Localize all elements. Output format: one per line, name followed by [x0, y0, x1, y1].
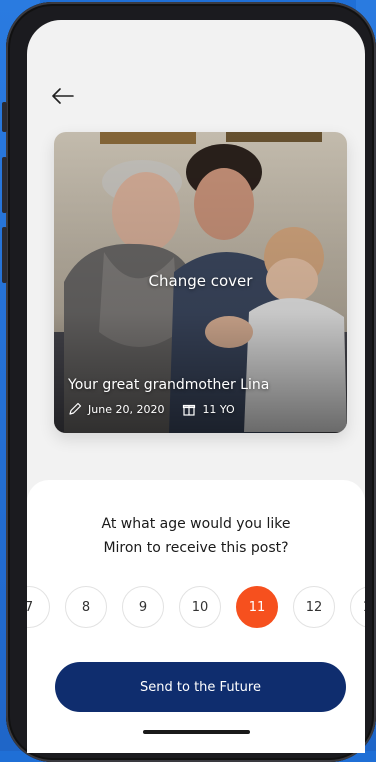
app-screen: Change cover Your great grandmother Lina… — [27, 20, 365, 753]
age-option-selected[interactable]: 11 — [236, 586, 278, 628]
volume-down-button — [2, 227, 7, 283]
age-picker[interactable]: 7 8 9 10 11 12 13 — [27, 586, 365, 630]
age-option[interactable]: 10 — [179, 586, 221, 628]
question-line-2: Miron to receive this post? — [103, 540, 289, 556]
post-meta: June 20, 2020 11 YO — [68, 402, 235, 416]
phone-frame: Change cover Your great grandmother Lina… — [2, 2, 376, 762]
post-title: Your great grandmother Lina — [68, 377, 270, 393]
age-option[interactable]: 7 — [27, 586, 50, 628]
mute-switch — [2, 102, 7, 132]
age-option[interactable]: 12 — [293, 586, 335, 628]
arrow-left-icon — [52, 88, 74, 108]
pencil-icon — [68, 402, 82, 416]
age-option[interactable]: 8 — [65, 586, 107, 628]
change-cover-button[interactable]: Change cover — [54, 272, 347, 290]
gift-icon — [182, 402, 196, 416]
age-selection-sheet: At what age would you like Miron to rece… — [27, 480, 365, 753]
age-question: At what age would you like Miron to rece… — [27, 512, 365, 560]
post-age: 11 YO — [202, 402, 235, 416]
question-line-1: At what age would you like — [101, 516, 291, 532]
send-to-future-button[interactable]: Send to the Future — [55, 662, 346, 712]
back-button[interactable] — [49, 84, 77, 112]
volume-up-button — [2, 157, 7, 213]
post-date: June 20, 2020 — [88, 402, 165, 416]
age-option[interactable]: 13 — [350, 586, 365, 628]
age-option[interactable]: 9 — [122, 586, 164, 628]
home-indicator[interactable] — [143, 730, 250, 734]
cover-photo-card[interactable]: Change cover Your great grandmother Lina… — [54, 132, 347, 433]
